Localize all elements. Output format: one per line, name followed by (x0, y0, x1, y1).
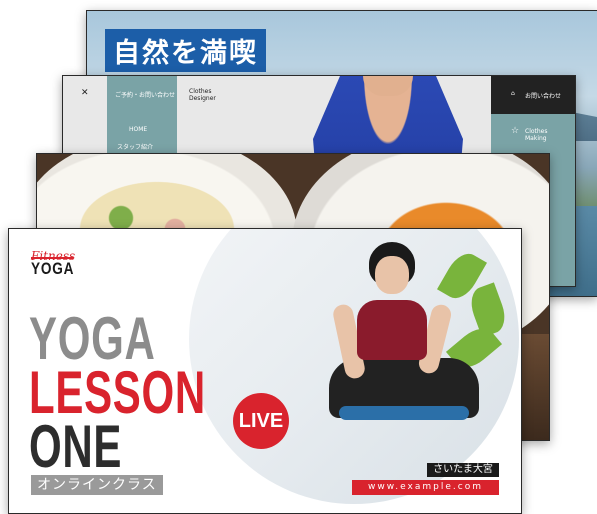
menu-item-staff[interactable]: スタッフ紹介 (117, 142, 153, 151)
location-label: さいたま大宮 (427, 463, 499, 477)
headline-one: ONE (29, 413, 123, 480)
nature-title: 自然を満喫 (105, 29, 266, 72)
menu-item-contact[interactable]: ご予約・お問い合わせ (115, 90, 175, 99)
person-top (357, 300, 427, 360)
contact-label: お問い合わせ (525, 93, 562, 100)
online-class-label: オンラインクラス (31, 475, 163, 495)
url-label[interactable]: www.example.com (352, 480, 499, 495)
person-face (375, 256, 409, 294)
close-icon[interactable]: ✕ (81, 89, 89, 98)
star-icon: ☆ (511, 126, 520, 136)
live-badge: LIVE (233, 393, 289, 449)
logo-text: YOGA (31, 259, 75, 278)
contact-button[interactable]: ⌂ お問い合わせ (491, 76, 575, 114)
yoga-mat (339, 406, 469, 420)
menu-item-home[interactable]: HOME (129, 126, 147, 133)
side-label: Clothes Making (525, 128, 548, 142)
designer-brand: Clothes Designer (189, 88, 216, 102)
template-card-yoga[interactable]: Fitness YOGA YOGA LESSON ONE オンラインクラス LI… (8, 228, 522, 514)
mail-icon: ⌂ (511, 90, 515, 97)
